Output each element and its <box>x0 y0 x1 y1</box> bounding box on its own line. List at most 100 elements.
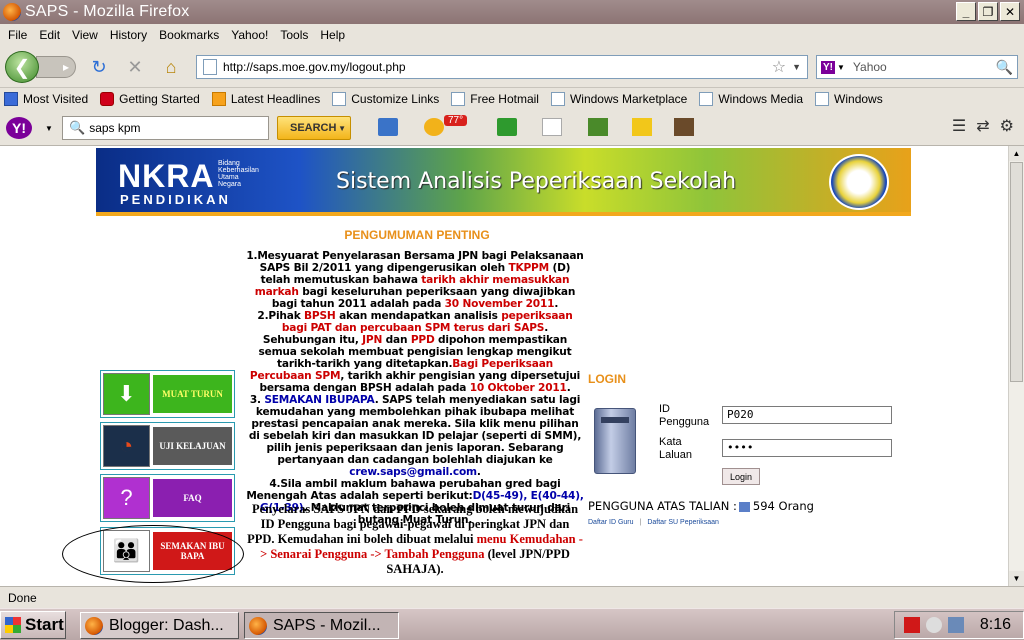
bookmark-getting-started[interactable]: Getting Started <box>100 92 200 106</box>
yahoo-search-input[interactable]: saps kpm <box>89 121 140 135</box>
bookmark-free-hotmail[interactable]: Free Hotmail <box>451 92 539 106</box>
acrobat-icon[interactable] <box>903 617 920 633</box>
page-icon <box>550 92 565 106</box>
yahoo-search-button[interactable]: SEARCH ▼ <box>277 116 351 140</box>
yahoo-menu-dropdown-icon[interactable]: ▼ <box>45 124 53 133</box>
ebay-icon[interactable] <box>632 118 652 136</box>
announcement-heading: PENGUMUMAN PENTING <box>344 228 490 242</box>
menu-bar: File Edit View History Bookmarks Yahoo! … <box>0 24 1024 46</box>
announcement-item-1: 1.Mesyuarat Penyelarasan Bersama JPN bag… <box>246 250 584 310</box>
scroll-down-icon[interactable]: ▼ <box>1009 571 1024 586</box>
menu-help[interactable]: Help <box>314 28 351 42</box>
search-icon: 🔍 <box>69 120 86 135</box>
search-input[interactable]: Yahoo <box>853 60 996 74</box>
taskbar-item-saps[interactable]: SAPS - Mozil... <box>244 612 399 639</box>
page-icon <box>451 92 466 106</box>
daftar-su-peperiksaan-link[interactable]: Daftar SU Peperiksaan <box>647 519 719 526</box>
users-icon <box>738 501 750 512</box>
folder-icon <box>4 92 18 106</box>
bookmark-latest-headlines[interactable]: Latest Headlines <box>211 92 320 106</box>
menu-yahoo[interactable]: Yahoo! <box>225 28 274 42</box>
arrows-icon[interactable]: ⇄ <box>976 116 989 136</box>
address-bar[interactable]: http://saps.moe.gov.my/logout.php ☆ ▼ <box>196 55 808 79</box>
weather-icon[interactable] <box>424 118 444 136</box>
kpm-crest-icon <box>829 154 889 210</box>
site-banner: NKRA Bidang Keberhasilan Utama Negara PE… <box>96 148 911 216</box>
menu-edit[interactable]: Edit <box>33 28 66 42</box>
minimize-button[interactable]: _ <box>956 2 976 21</box>
status-text: Done <box>8 590 37 605</box>
menu-bookmarks[interactable]: Bookmarks <box>153 28 225 42</box>
yahoo-engine-icon[interactable]: Y! <box>821 60 835 74</box>
daftar-id-guru-link[interactable]: Daftar ID Guru <box>588 519 634 526</box>
yahoo-search-field[interactable]: 🔍 saps kpm <box>62 116 269 140</box>
stop-icon[interactable]: ✕ <box>124 56 146 78</box>
back-button[interactable]: ❮ <box>5 51 39 83</box>
page-content: NKRA Bidang Keberhasilan Utama Negara PE… <box>0 146 1008 586</box>
taskbar: Start Blogger: Dash... SAPS - Mozil... 8… <box>0 608 1024 640</box>
registration-links: Daftar ID Guru | Daftar SU Peperiksaan <box>588 519 719 526</box>
page-icon <box>203 59 217 75</box>
engine-dropdown-icon[interactable]: ▼ <box>837 63 845 72</box>
faq-button[interactable]: ? FAQ <box>100 474 235 522</box>
gear-icon[interactable]: ⚙ <box>1000 116 1014 136</box>
flickr-icon[interactable] <box>542 118 562 136</box>
online-users: PENGGUNA ATAS TALIAN : 594 Orang <box>588 499 814 513</box>
messenger-icon[interactable] <box>925 617 942 633</box>
bookmark-windows-media[interactable]: Windows Media <box>699 92 803 106</box>
bookmark-customize-links[interactable]: Customize Links <box>332 92 439 106</box>
close-button[interactable]: ✕ <box>1000 2 1020 21</box>
amazon-icon[interactable] <box>674 118 694 136</box>
online-users-count: 594 Orang <box>752 499 814 513</box>
title-bar: SAPS - Mozilla Firefox _ ❐ ✕ <box>0 0 1024 24</box>
network-icon[interactable] <box>947 617 964 633</box>
reload-icon[interactable]: ↻ <box>88 56 110 78</box>
bookmark-most-visited[interactable]: Most Visited <box>4 92 88 106</box>
menu-view[interactable]: View <box>66 28 104 42</box>
start-button[interactable]: Start <box>0 611 66 639</box>
chevron-down-icon[interactable]: ▼ <box>338 124 346 133</box>
restore-button[interactable]: ❐ <box>978 2 998 21</box>
uji-kelajuan-button[interactable]: ◔ UJI KELAJUAN <box>100 422 235 470</box>
download-arrow-icon: ⬇ <box>103 373 150 415</box>
mail-icon[interactable] <box>378 118 398 136</box>
search-box[interactable]: Y! ▼ Yahoo 🔍 <box>816 55 1018 79</box>
highlight-oval <box>62 525 244 583</box>
id-pengguna-input[interactable]: P020 <box>722 406 892 424</box>
firefox-icon <box>3 3 21 21</box>
menu-history[interactable]: History <box>104 28 153 42</box>
list-icon[interactable]: ☰ <box>952 116 966 136</box>
scroll-up-icon[interactable]: ▲ <box>1009 146 1024 161</box>
scrollbar-thumb[interactable] <box>1010 162 1023 382</box>
search-icon[interactable]: 🔍 <box>996 59 1013 76</box>
nkra-logo-subtext: Bidang Keberhasilan Utama Negara <box>218 160 259 188</box>
kata-laluan-input[interactable]: •••• <box>722 439 892 457</box>
menu-file[interactable]: File <box>2 28 33 42</box>
nkra-pendidikan: PENDIDIKAN <box>120 192 231 207</box>
forward-button[interactable]: ▸ <box>36 56 76 78</box>
window-title: SAPS - Mozilla Firefox <box>25 3 190 20</box>
bookmark-windows[interactable]: Windows <box>815 92 883 106</box>
url-text[interactable]: http://saps.moe.gov.my/logout.php <box>223 60 772 74</box>
page-icon <box>699 92 714 106</box>
yahoo-logo-icon[interactable]: Y! <box>6 117 32 139</box>
id-pengguna-label: ID Pengguna <box>659 403 710 428</box>
login-heading: LOGIN <box>588 372 626 386</box>
site-title: Sistem Analisis Peperiksaan Sekolah <box>336 169 737 194</box>
taskbar-item-blogger[interactable]: Blogger: Dash... <box>80 612 239 639</box>
announcement-note: Penyelaras SAPS JPN dan PPD sekarang bol… <box>247 502 583 576</box>
notepad-icon[interactable] <box>588 118 608 136</box>
contact-email-link[interactable]: crew.saps@gmail.com <box>349 466 477 478</box>
login-button[interactable]: Login <box>722 468 760 485</box>
answers-icon[interactable] <box>497 118 517 136</box>
bookmark-star-icon[interactable]: ☆ <box>772 57 786 77</box>
link-separator: | <box>639 519 642 526</box>
home-icon[interactable]: ⌂ <box>160 56 182 78</box>
announcement-body: 1.Mesyuarat Penyelarasan Bersama JPN bag… <box>246 250 584 526</box>
online-users-label: PENGGUNA ATAS TALIAN : <box>588 499 737 513</box>
url-dropdown-icon[interactable]: ▼ <box>792 62 801 72</box>
muat-turun-button[interactable]: ⬇ MUAT TURUN <box>100 370 235 418</box>
bookmark-windows-marketplace[interactable]: Windows Marketplace <box>550 92 687 106</box>
menu-tools[interactable]: Tools <box>274 28 314 42</box>
vertical-scrollbar[interactable]: ▲ ▼ <box>1008 146 1024 586</box>
